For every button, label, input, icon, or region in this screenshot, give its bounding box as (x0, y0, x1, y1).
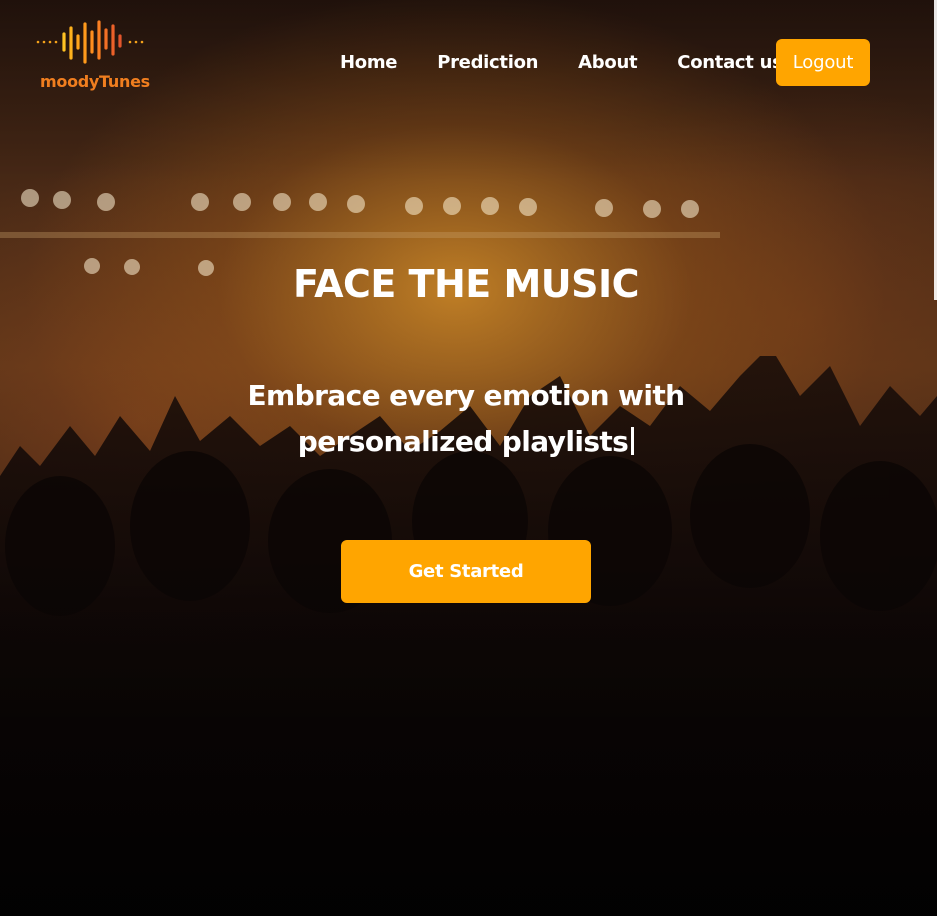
hero-subtitle: Embrace every emotion with personalized … (160, 373, 772, 465)
typing-cursor (631, 427, 635, 455)
nav-home[interactable]: Home (340, 52, 398, 73)
brand-logo[interactable]: moodyTunes (34, 18, 150, 98)
landing-page: moodyTunes Home Prediction About Contact… (0, 0, 937, 916)
nav-contact-us[interactable]: Contact us (677, 52, 783, 73)
hero-subtitle-text: Embrace every emotion with personalized … (247, 379, 686, 458)
nav-about[interactable]: About (578, 52, 637, 73)
get-started-button[interactable]: Get Started (341, 540, 591, 603)
logout-button[interactable]: Logout (776, 39, 870, 86)
brand-name: moodyTunes (40, 72, 150, 91)
main-navigation: Home Prediction About Contact us (320, 39, 803, 86)
sound-wave-icon (36, 20, 144, 64)
hero-title: FACE THE MUSIC (292, 262, 640, 306)
nav-prediction[interactable]: Prediction (437, 52, 538, 73)
